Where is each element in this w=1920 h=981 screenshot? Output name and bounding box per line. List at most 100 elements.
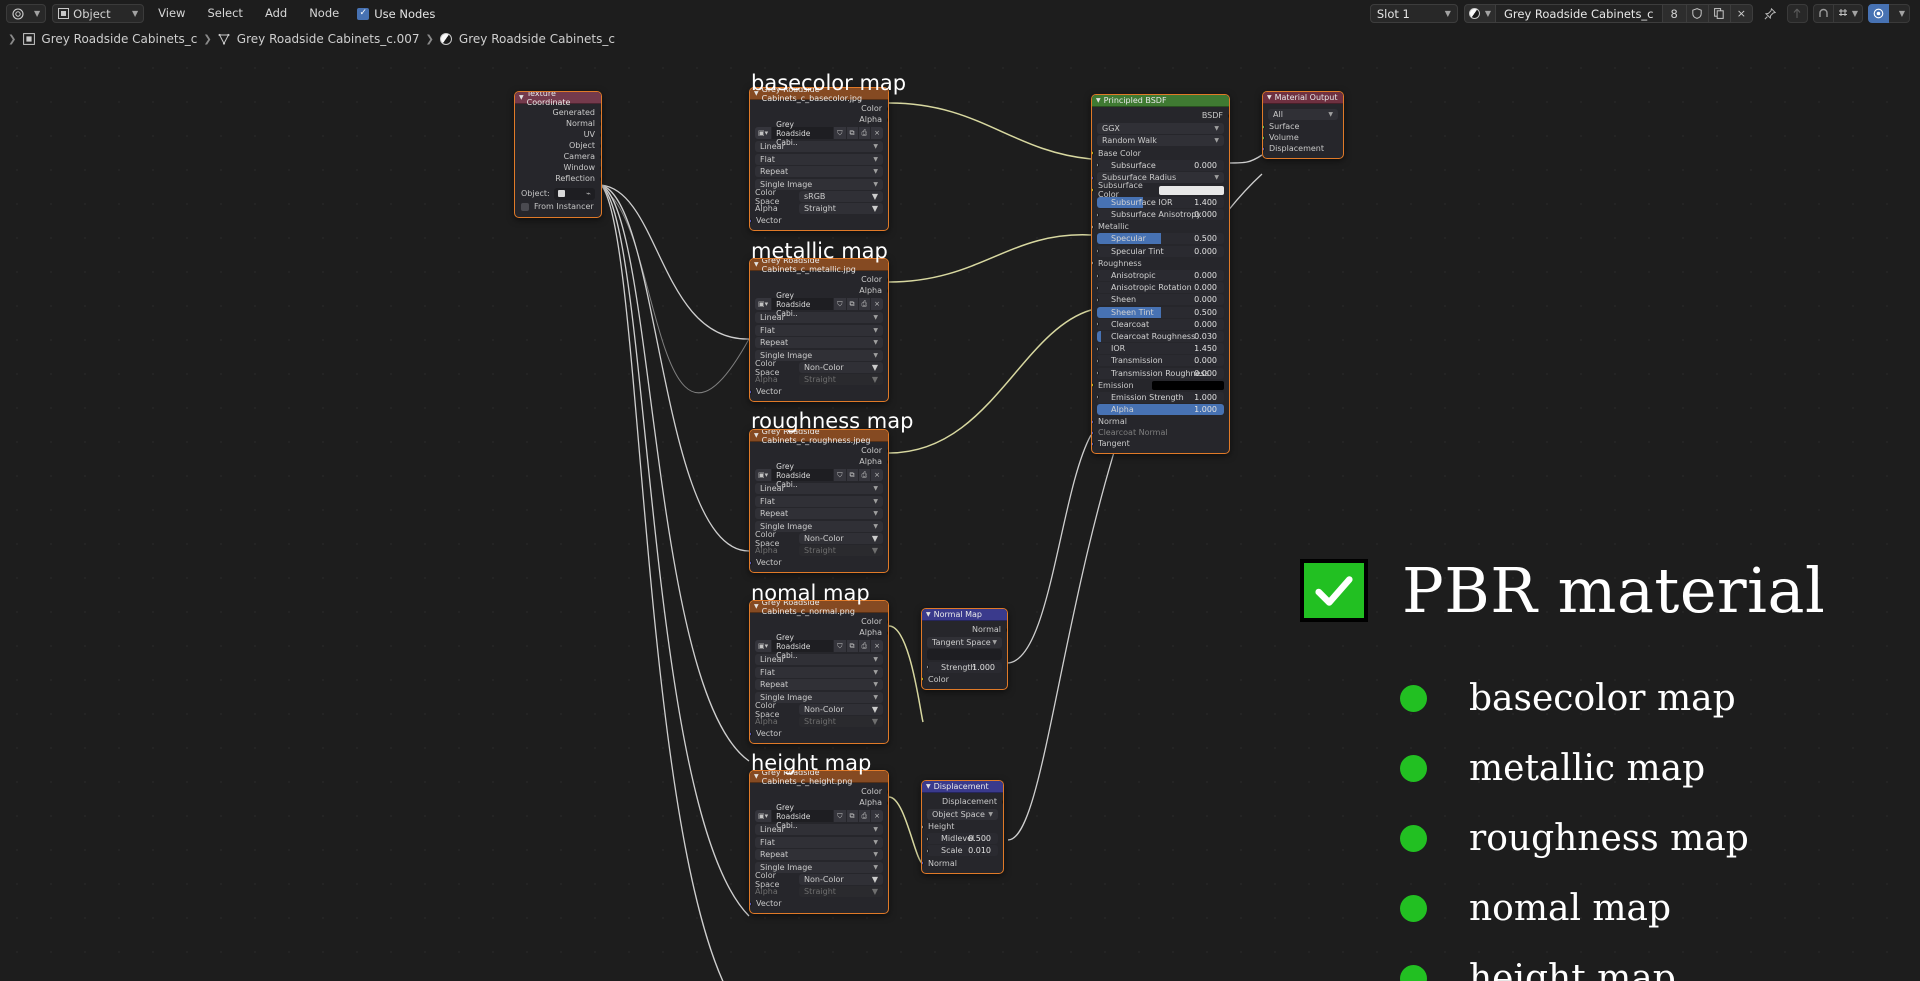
unlink-icon[interactable]: × bbox=[871, 640, 883, 652]
input-socket[interactable] bbox=[1092, 382, 1094, 388]
eyedropper-icon[interactable]: ⌁ bbox=[586, 189, 591, 198]
unlink-material-button[interactable]: × bbox=[1730, 4, 1753, 23]
output-socket[interactable] bbox=[1005, 627, 1007, 632]
node-principled-bsdf[interactable]: ▼ Principled BSDF BSDF GGX ▼ Random Walk ▼… bbox=[1091, 94, 1230, 455]
image-browse-icon[interactable]: ▣▾ bbox=[755, 298, 773, 310]
extension-dropdown[interactable]: Repeat ▼ bbox=[755, 337, 883, 348]
node-image-texture-basecolor[interactable]: ▼ Grey Roadside Cabinets_c_basecolor.jpg… bbox=[749, 87, 889, 231]
node-header[interactable]: ▼ Material Output bbox=[1263, 92, 1343, 104]
input-socket[interactable] bbox=[1263, 135, 1265, 140]
unlink-icon[interactable]: × bbox=[871, 127, 883, 139]
unlink-icon[interactable]: × bbox=[871, 469, 883, 481]
pack-icon[interactable]: ⎙ bbox=[858, 810, 872, 822]
input-socket[interactable] bbox=[1092, 175, 1094, 181]
input-socket[interactable] bbox=[1092, 224, 1094, 230]
alpha-dropdown[interactable]: Straight ▼ bbox=[799, 716, 883, 727]
menu-view[interactable]: View bbox=[150, 4, 193, 23]
output-socket[interactable] bbox=[886, 459, 888, 464]
normal-input-row[interactable]: Normal bbox=[1092, 416, 1229, 427]
extension-dropdown[interactable]: Repeat ▼ bbox=[755, 166, 883, 177]
node-image-texture-metallic[interactable]: ▼ Grey Roadside Cabinets_c_metallic.jpg … bbox=[749, 258, 889, 402]
collapse-chevron-icon[interactable]: ▼ bbox=[1267, 94, 1272, 101]
breadcrumb-item-object[interactable]: Grey Roadside Cabinets_c bbox=[22, 32, 197, 46]
output-socket[interactable] bbox=[599, 132, 601, 137]
socket-row-alpha[interactable]: Alpha bbox=[750, 797, 888, 808]
extension-dropdown[interactable]: Repeat ▼ bbox=[755, 508, 883, 519]
socket-row-object[interactable]: Object bbox=[515, 140, 601, 151]
fake-user-shield-icon[interactable]: ⛉ bbox=[834, 469, 847, 481]
projection-dropdown[interactable]: Flat ▼ bbox=[755, 836, 883, 848]
socket-row-bsdf-out[interactable]: BSDF bbox=[1092, 110, 1229, 121]
image-name-field[interactable]: Grey Roadside Cabi.. bbox=[772, 803, 835, 830]
output-socket[interactable] bbox=[1001, 799, 1003, 804]
image-browse-icon[interactable]: ▣▾ bbox=[755, 640, 773, 652]
socket-row-normal-out[interactable]: Normal bbox=[922, 624, 1007, 635]
image-name-field[interactable]: Grey Roadside Cabi.. bbox=[772, 291, 835, 318]
alpha-slider[interactable]: Alpha 1.000 bbox=[1097, 404, 1224, 416]
material-name-field[interactable]: Grey Roadside Cabinets_c bbox=[1496, 4, 1663, 23]
socket-row-color[interactable]: Color bbox=[750, 103, 888, 114]
node-header[interactable]: ▼ Principled BSDF bbox=[1092, 95, 1229, 107]
alpha-dropdown[interactable]: Straight ▼ bbox=[799, 886, 883, 897]
target-dropdown[interactable]: All ▼ bbox=[1268, 108, 1338, 120]
pin-icon[interactable] bbox=[1759, 4, 1781, 23]
socket-row-uv[interactable]: UV bbox=[515, 129, 601, 140]
from-instancer-toggle[interactable]: From Instancer bbox=[515, 200, 601, 213]
extension-dropdown[interactable]: Repeat ▼ bbox=[755, 679, 883, 690]
input-socket[interactable] bbox=[750, 218, 752, 223]
menu-node[interactable]: Node bbox=[301, 4, 347, 23]
input-socket[interactable] bbox=[1263, 124, 1265, 129]
output-socket[interactable] bbox=[599, 110, 601, 115]
ior-slider[interactable]: IOR 1.450 bbox=[1097, 343, 1224, 355]
input-socket[interactable] bbox=[922, 824, 924, 829]
output-socket[interactable] bbox=[599, 143, 601, 148]
socket-row-vector[interactable]: Vector bbox=[750, 386, 888, 397]
input-socket[interactable] bbox=[922, 676, 924, 682]
socket-row-normal[interactable]: Normal bbox=[515, 118, 601, 129]
material-user-count[interactable]: 8 bbox=[1662, 4, 1687, 23]
subsurface-ior-slider[interactable]: Subsurface IOR 1.400 bbox=[1097, 196, 1224, 208]
input-socket[interactable] bbox=[1092, 150, 1094, 156]
output-socket[interactable] bbox=[886, 789, 888, 794]
input-socket[interactable] bbox=[1092, 441, 1094, 447]
fake-user-shield-icon[interactable]: ⛉ bbox=[834, 640, 847, 652]
clearcoat-roughness-slider[interactable]: Clearcoat Roughness 0.030 bbox=[1097, 330, 1224, 342]
image-name-field[interactable]: Grey Roadside Cabi.. bbox=[772, 120, 835, 147]
input-socket[interactable] bbox=[1092, 419, 1094, 425]
magnet-icon[interactable] bbox=[1812, 4, 1834, 23]
node-texture-coordinate[interactable]: ▼ Texture Coordinate Generated Normal UV… bbox=[514, 91, 602, 218]
pack-icon[interactable]: ⎙ bbox=[858, 127, 872, 139]
node-header[interactable]: ▼ Normal Map bbox=[922, 609, 1007, 621]
menu-select[interactable]: Select bbox=[199, 4, 250, 23]
socket-row-window[interactable]: Window bbox=[515, 162, 601, 173]
socket-row-alpha[interactable]: Alpha bbox=[750, 285, 888, 296]
colorspace-dropdown[interactable]: Non-Color ▼ bbox=[799, 533, 883, 544]
sheen-slider[interactable]: Sheen 0.000 bbox=[1097, 294, 1224, 306]
image-name-field[interactable]: Grey Roadside Cabi.. bbox=[772, 462, 835, 489]
collapse-chevron-icon[interactable]: ▼ bbox=[519, 94, 524, 101]
output-socket[interactable] bbox=[886, 630, 888, 635]
socket-row-alpha[interactable]: Alpha bbox=[750, 114, 888, 125]
socket-row-alpha[interactable]: Alpha bbox=[750, 456, 888, 467]
subsurface-anisotropy-slider[interactable]: Subsurface Anisotropy 0.000 bbox=[1097, 209, 1224, 221]
fake-user-shield-icon[interactable]: ⛉ bbox=[834, 298, 847, 310]
colorspace-dropdown[interactable]: Non-Color ▼ bbox=[799, 874, 883, 885]
socket-row-normal-in[interactable]: Normal bbox=[922, 858, 1003, 869]
socket-row-reflection[interactable]: Reflection bbox=[515, 173, 601, 184]
copy-icon[interactable]: ⧉ bbox=[846, 298, 859, 310]
breadcrumb-item-material[interactable]: Grey Roadside Cabinets_c bbox=[440, 32, 615, 46]
unlink-icon[interactable]: × bbox=[871, 810, 883, 822]
copy-icon[interactable]: ⧉ bbox=[846, 469, 859, 481]
output-socket[interactable] bbox=[599, 176, 601, 181]
colorspace-dropdown[interactable]: Non-Color ▼ bbox=[799, 704, 883, 715]
breadcrumb-item-mesh[interactable]: Grey Roadside Cabinets_c.007 bbox=[218, 32, 420, 46]
unlink-icon[interactable]: × bbox=[871, 298, 883, 310]
tangent-input-row[interactable]: Tangent bbox=[1092, 438, 1229, 449]
node-header[interactable]: ▼ Displacement bbox=[922, 781, 1003, 793]
sheen-tint-slider[interactable]: Sheen Tint 0.500 bbox=[1097, 306, 1224, 318]
collapse-chevron-icon[interactable]: ▼ bbox=[926, 611, 931, 618]
roughness-input-row[interactable]: Roughness bbox=[1092, 258, 1229, 269]
specular-slider[interactable]: Specular 0.500 bbox=[1097, 233, 1224, 245]
socket-row-vector[interactable]: Vector bbox=[750, 898, 888, 909]
pack-icon[interactable]: ⎙ bbox=[858, 469, 872, 481]
